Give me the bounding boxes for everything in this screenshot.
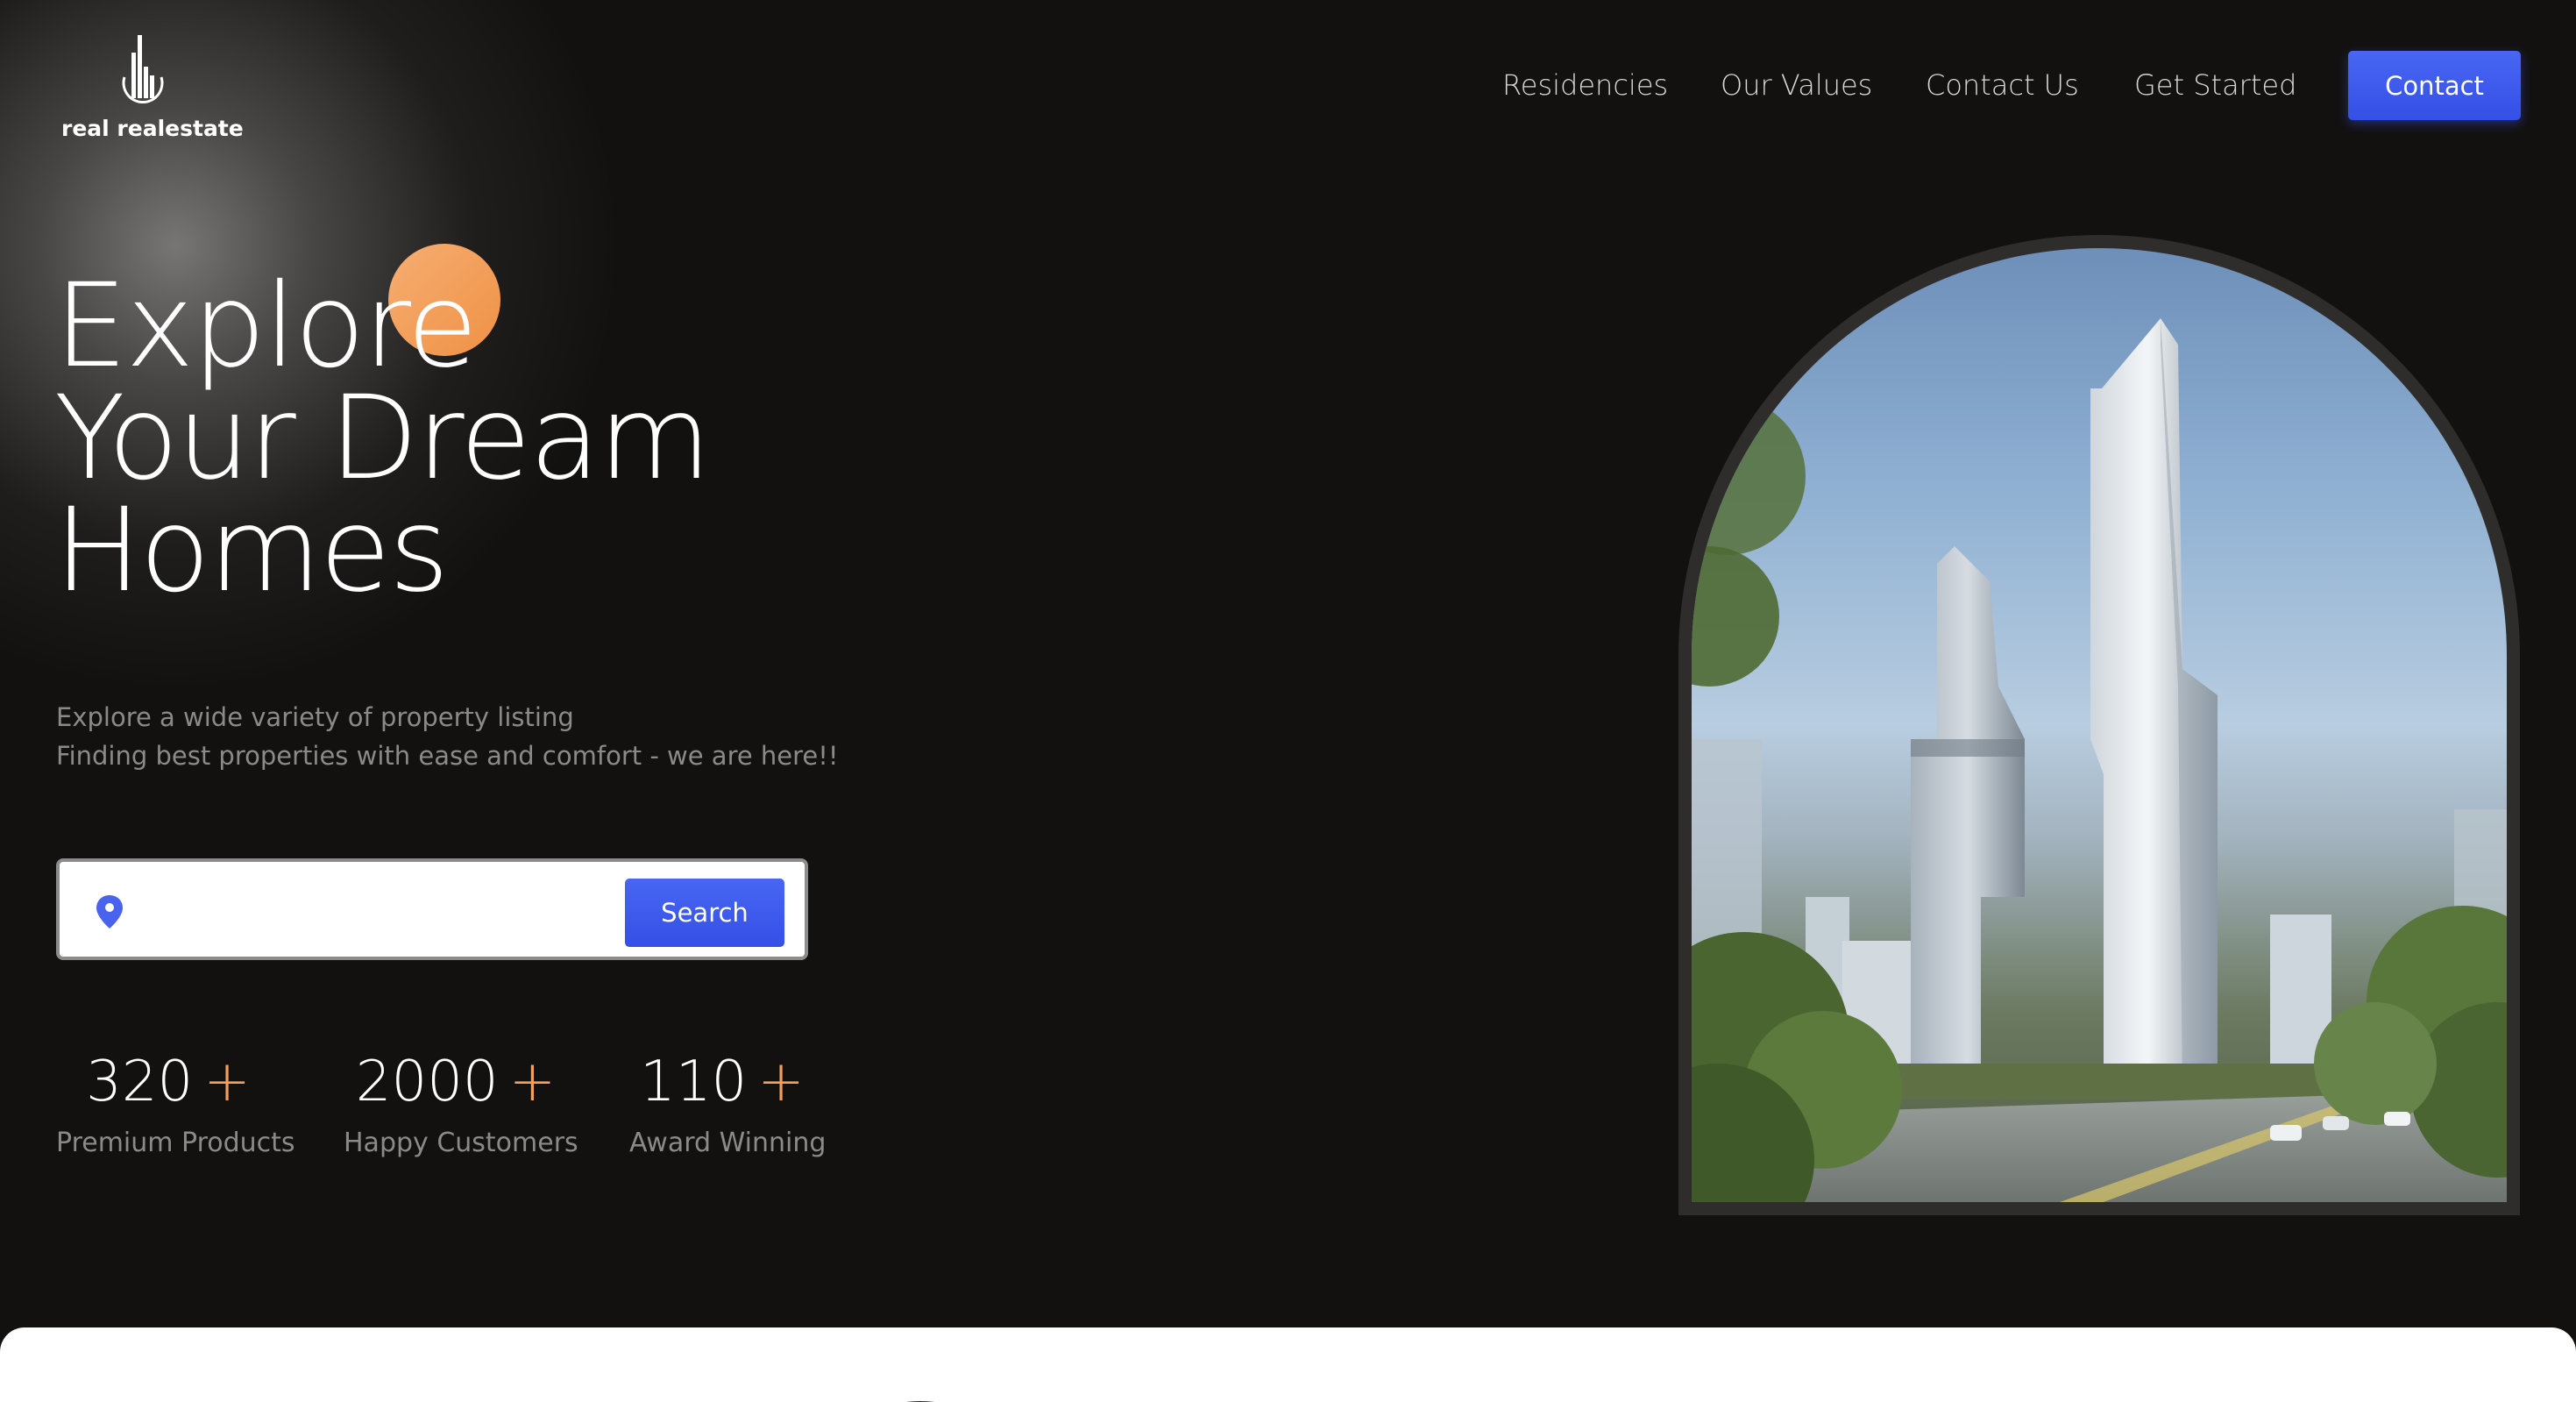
hero-building-image — [1692, 248, 2507, 1202]
stat-value: 320 — [86, 1050, 194, 1114]
stat-label: Happy Customers — [344, 1128, 578, 1158]
nav-contact-us[interactable]: Contact Us — [1926, 68, 2079, 102]
next-section — [0, 1327, 2576, 1402]
hero-title: Explore Your Dream Homes — [54, 259, 711, 618]
hero-title-line: Homes — [54, 483, 450, 618]
landing-page: real realestate Residencies Our Values C… — [0, 0, 2576, 1402]
stat-value-wrap: 2000 + — [344, 1050, 568, 1114]
nav-residencies[interactable]: Residencies — [1502, 68, 1668, 102]
search-bar: Search — [56, 858, 808, 960]
stat-premium-products: 320 + Premium Products — [56, 1050, 295, 1158]
stat-happy-customers: 2000 + Happy Customers — [344, 1050, 578, 1158]
stat-value-wrap: 320 + — [56, 1050, 280, 1114]
stat-plus: + — [757, 1050, 805, 1114]
hero-image-frame — [1678, 235, 2520, 1215]
hero-subtitle: Explore a wide variety of property listi… — [56, 698, 839, 775]
nav-our-values[interactable]: Our Values — [1721, 68, 1872, 102]
brand-name: real realestate — [61, 116, 244, 141]
stat-value: 2000 — [355, 1050, 499, 1114]
hero-title-line: Your Dream — [54, 371, 711, 506]
hero-title-line: Explore — [54, 259, 478, 394]
stat-label: Premium Products — [56, 1128, 295, 1158]
search-button[interactable]: Search — [625, 879, 784, 947]
stat-value-wrap: 110 + — [629, 1050, 815, 1114]
stat-plus: + — [203, 1050, 251, 1114]
contact-button[interactable]: Contact — [2348, 51, 2521, 120]
building-bars-icon — [122, 35, 164, 104]
hero-subtitle-line: Finding best properties with ease and co… — [56, 741, 839, 771]
stat-value: 110 — [640, 1050, 748, 1114]
nav-get-started[interactable]: Get Started — [2134, 68, 2296, 102]
stat-plus: + — [508, 1050, 557, 1114]
hero-subtitle-line: Explore a wide variety of property listi… — [56, 702, 574, 732]
stat-label: Award Winning — [629, 1128, 827, 1158]
search-input[interactable] — [147, 879, 659, 943]
location-pin-icon — [96, 895, 123, 929]
logo[interactable]: real realestate — [58, 30, 244, 153]
skyscraper-illustration — [1692, 318, 2507, 1202]
stat-award-winning: 110 + Award Winning — [629, 1050, 827, 1158]
